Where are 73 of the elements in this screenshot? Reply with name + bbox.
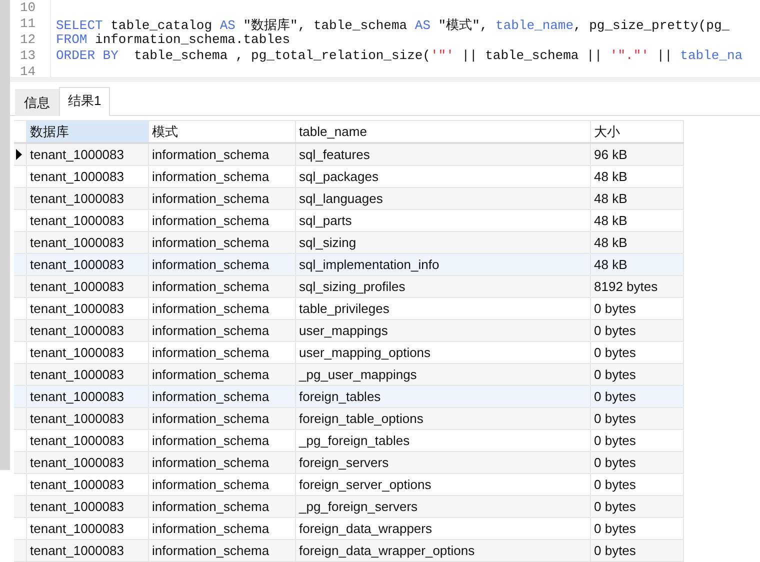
code-token: || table_schema || — [460, 48, 604, 63]
table-cell: information_schema — [148, 188, 296, 210]
table-cell: 0 bytes — [590, 452, 684, 474]
code-token: table_name — [496, 18, 574, 33]
table-cell: 48 kB — [590, 232, 684, 254]
table-cell: tenant_1000083 — [26, 364, 148, 386]
line-number: 14 — [19, 64, 37, 77]
table-cell: tenant_1000083 — [26, 188, 148, 210]
table-cell: sql_implementation_info — [296, 254, 590, 276]
table-cell: 48 kB — [590, 188, 684, 210]
table-cell: tenant_1000083 — [26, 386, 148, 408]
table-cell: tenant_1000083 — [26, 496, 148, 518]
code-token: table_na — [680, 48, 743, 63]
result-tab[interactable]: 结果1 — [59, 87, 110, 116]
table-cell: foreign_data_wrapper_options — [296, 540, 590, 562]
table-cell: 0 bytes — [590, 540, 684, 562]
table-cell: tenant_1000083 — [26, 540, 148, 562]
code-token: '"' — [430, 48, 454, 63]
table-cell: 0 bytes — [590, 364, 684, 386]
table-cell: 0 bytes — [590, 320, 684, 342]
table-cell: 8192 bytes — [590, 276, 684, 298]
table-cell: sql_features — [296, 143, 590, 166]
table-cell: information_schema — [148, 364, 296, 386]
table-cell: information_schema — [148, 496, 296, 518]
code-token: AS — [414, 18, 430, 33]
table-cell: 0 bytes — [590, 408, 684, 430]
table-cell: tenant_1000083 — [26, 276, 148, 298]
code-token: '"."' — [610, 48, 649, 63]
code-token: table_catalog — [110, 18, 214, 33]
result-tab[interactable]: 信息 — [15, 89, 59, 116]
table-cell: information_schema — [148, 232, 296, 254]
table-cell: 48 kB — [590, 254, 684, 276]
table-cell: information_schema — [148, 254, 296, 276]
code-token: FROM — [56, 32, 88, 47]
code-token: SELECT — [56, 18, 103, 33]
table-cell: tenant_1000083 — [26, 320, 148, 342]
table-cell: information_schema — [148, 408, 296, 430]
table-cell: information_schema — [148, 386, 296, 408]
code-token: "模式", — [437, 18, 489, 33]
code-token: || — [656, 48, 674, 63]
table-cell: tenant_1000083 — [26, 254, 148, 276]
table-cell: information_schema — [148, 540, 296, 562]
table-cell: _pg_foreign_servers — [296, 496, 590, 518]
code-token: "数据库", table_schema — [242, 18, 408, 33]
table-cell: 0 bytes — [590, 496, 684, 518]
table-cell: information_schema — [148, 452, 296, 474]
table-cell: tenant_1000083 — [26, 408, 148, 430]
table-cell: sql_languages — [296, 188, 590, 210]
code-token: information_schema.tables — [94, 32, 290, 47]
table-cell: information_schema — [148, 276, 296, 298]
table-cell: foreign_servers — [296, 452, 590, 474]
code-token: ORDER BY — [56, 48, 118, 63]
code-token: table_schema , pg_total_relation_size( — [133, 48, 430, 63]
table-cell: user_mappings — [296, 320, 590, 342]
line-number: 11 — [19, 16, 37, 32]
line-number: 12 — [19, 32, 37, 48]
table-cell: foreign_table_options — [296, 408, 590, 430]
line-number: 10 — [19, 0, 37, 16]
table-cell: information_schema — [148, 320, 296, 342]
column-header[interactable]: 数据库 — [26, 120, 148, 143]
code-token: , pg_size_pretty(pg_ — [574, 18, 730, 33]
table-cell: 0 bytes — [590, 386, 684, 408]
table-cell: tenant_1000083 — [26, 143, 148, 166]
table-cell: tenant_1000083 — [26, 452, 148, 474]
code-token: AS — [220, 18, 236, 33]
table-cell: 96 kB — [590, 143, 684, 166]
line-number: 13 — [19, 48, 37, 64]
table-cell: tenant_1000083 — [26, 232, 148, 254]
table-cell: sql_sizing_profiles — [296, 276, 590, 298]
table-cell: sql_sizing — [296, 232, 590, 254]
table-cell: information_schema — [148, 143, 296, 166]
table-cell: foreign_tables — [296, 386, 590, 408]
table-cell: _pg_user_mappings — [296, 364, 590, 386]
